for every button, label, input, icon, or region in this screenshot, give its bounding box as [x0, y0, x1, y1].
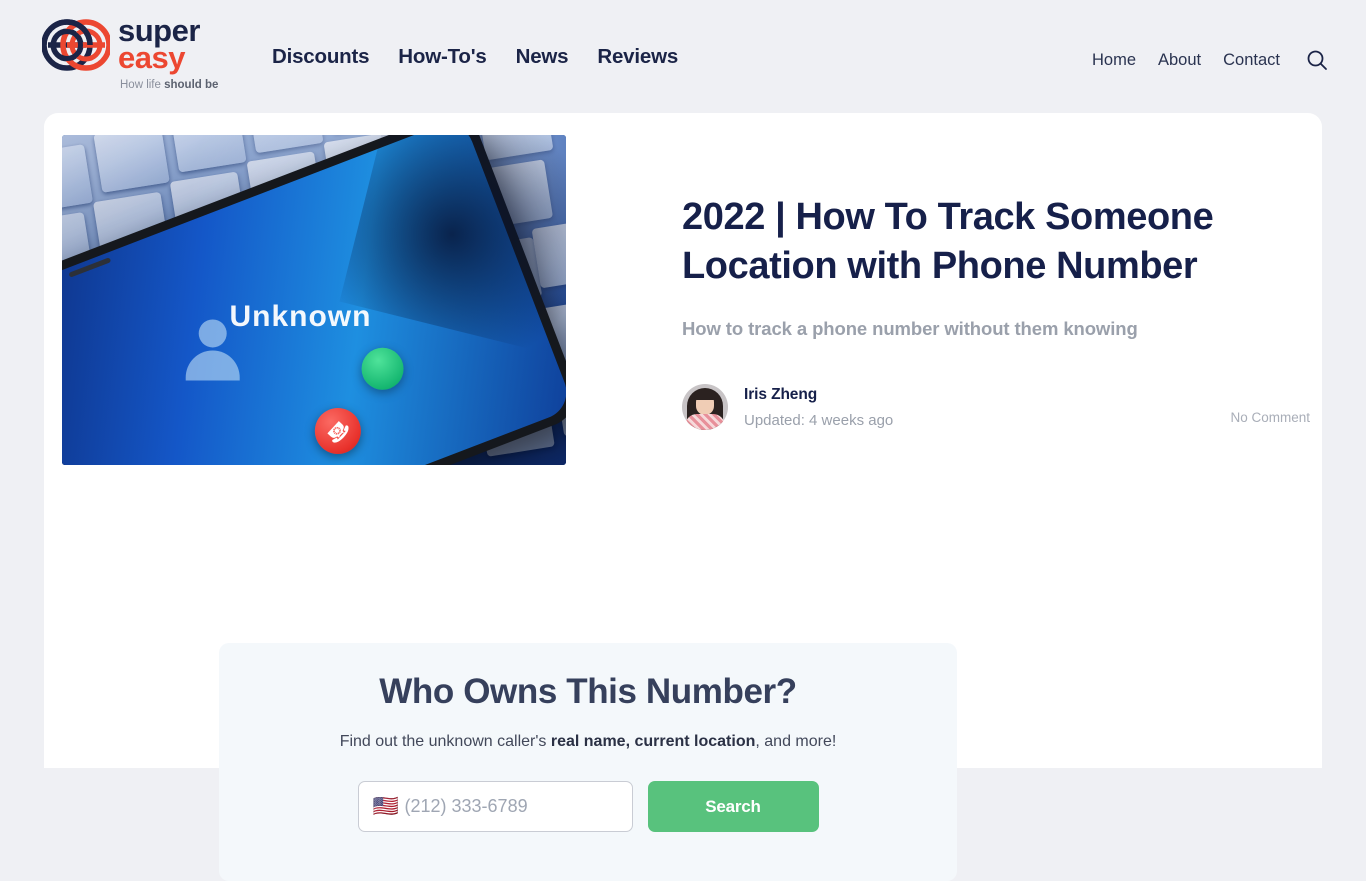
- brand-row: super easy: [42, 15, 200, 75]
- brand-tagline: How life should be: [120, 79, 218, 91]
- widget-sub-bold: real name, current location: [550, 733, 756, 750]
- phone-earpiece: [68, 257, 112, 278]
- tagline-bold: should be: [164, 79, 219, 92]
- article-text-column: 2022 | How To Track Someone Location wit…: [682, 135, 1310, 465]
- site-header: super easy How life should be Discounts …: [0, 0, 1366, 113]
- widget-sub-prefix: Find out the unknown caller's: [339, 733, 551, 750]
- updated-timestamp: Updated: 4 weeks ago: [744, 411, 894, 429]
- phone-lookup-widget: Who Owns This Number? Find out the unkno…: [219, 643, 957, 881]
- us-flag-icon[interactable]: 🇺🇸: [373, 796, 401, 817]
- brand-word-easy: easy: [118, 39, 185, 75]
- byline-meta: Iris Zheng Updated: 4 weeks ago: [744, 386, 893, 429]
- primary-nav: Discounts How-To's News Reviews: [272, 45, 678, 69]
- search-icon[interactable]: [1304, 47, 1330, 73]
- nav-item-news[interactable]: News: [516, 45, 569, 69]
- article-hero: Unknown ☎ 2022 | How To Track Someone Lo…: [62, 135, 1310, 465]
- search-button[interactable]: Search: [647, 781, 819, 832]
- author-name[interactable]: Iris Zheng: [744, 386, 893, 404]
- secondary-nav: Home About Contact: [1092, 47, 1330, 73]
- content-card: Unknown ☎ 2022 | How To Track Someone Lo…: [44, 113, 1322, 881]
- article-byline: Iris Zheng Updated: 4 weeks ago No Comme…: [682, 384, 1310, 431]
- brand-logo[interactable]: super easy How life should be: [42, 15, 218, 91]
- widget-title: Who Owns This Number?: [379, 672, 797, 711]
- article-title: 2022 | How To Track Someone Location wit…: [682, 196, 1214, 288]
- decline-call-icon: ☎: [314, 407, 361, 454]
- tagline-prefix: How life: [120, 79, 165, 92]
- nav-item-home[interactable]: Home: [1092, 51, 1136, 70]
- lookup-form: 🇺🇸 Search: [219, 781, 957, 832]
- phone-number-input[interactable]: [400, 796, 645, 817]
- nav-item-reviews[interactable]: Reviews: [597, 45, 678, 69]
- brand-wordmark: super easy: [118, 15, 200, 75]
- comment-count[interactable]: No Comment: [1230, 410, 1310, 425]
- unknown-caller-label: Unknown: [229, 299, 372, 333]
- phone-input-wrapper[interactable]: 🇺🇸: [357, 781, 645, 832]
- widget-subtitle: Find out the unknown caller's real name,…: [219, 733, 957, 751]
- widget-sub-suffix: , and more!: [755, 733, 837, 750]
- nav-item-how-tos[interactable]: How-To's: [398, 45, 487, 69]
- author-avatar[interactable]: [682, 384, 728, 431]
- double-e-circles-logo-icon: [42, 18, 110, 71]
- nav-item-about[interactable]: About: [1158, 51, 1201, 70]
- article-hero-image[interactable]: Unknown ☎: [62, 135, 566, 465]
- nav-item-discounts[interactable]: Discounts: [272, 45, 369, 69]
- article-subtitle: How to track a phone number without them…: [682, 318, 1138, 340]
- nav-item-contact[interactable]: Contact: [1223, 51, 1280, 70]
- accept-call-icon: [361, 347, 404, 390]
